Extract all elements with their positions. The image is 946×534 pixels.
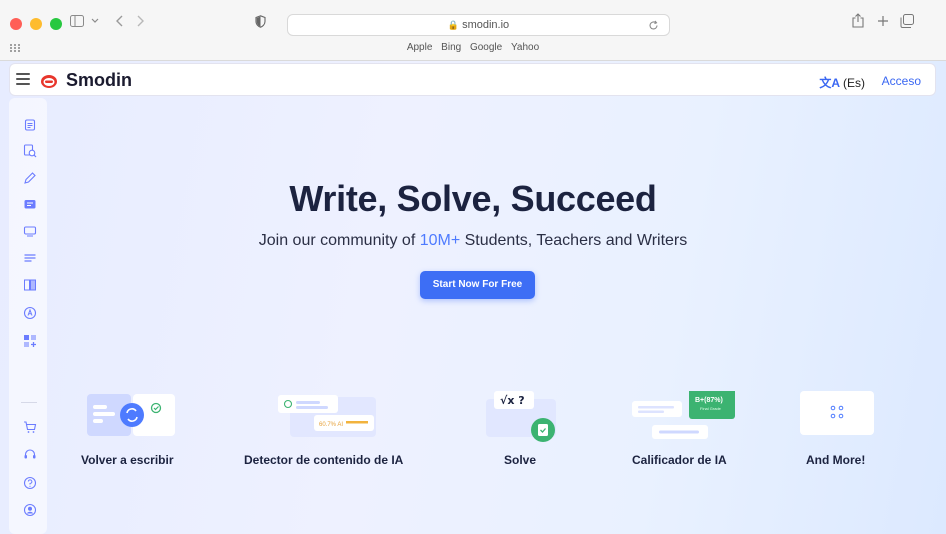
tab-overview-icon[interactable] <box>900 14 914 28</box>
feature-label-ai-grader: Calificador de IA <box>632 453 727 467</box>
bookmark-bing[interactable]: Bing <box>441 42 461 53</box>
hero-subtitle: Join our community of 10M+ Students, Tea… <box>258 232 688 249</box>
menu-icon[interactable] <box>16 73 30 85</box>
address-bar[interactable]: 🔒 smodin.io <box>287 14 670 36</box>
start-free-button[interactable]: Start Now For Free <box>420 271 535 299</box>
more-illustration <box>800 391 874 435</box>
site-header: Smodin 文A (Es) Acceso <box>9 63 936 96</box>
translate-icon: 文A <box>819 76 840 90</box>
bookmark-google[interactable]: Google <box>470 42 502 53</box>
new-tab-icon[interactable] <box>877 15 889 27</box>
feature-label-ai-detector: Detector de contenido de IA <box>244 453 404 467</box>
smodin-logo-icon <box>41 74 57 88</box>
feature-label-more: And More! <box>806 453 866 467</box>
language-selector[interactable]: 文A (Es) <box>819 74 865 91</box>
rewriter-icon[interactable] <box>23 118 37 132</box>
login-link[interactable]: Acceso <box>882 74 921 88</box>
user-count-highlight: 10M+ <box>419 232 461 249</box>
plagiarism-icon[interactable] <box>23 144 37 158</box>
help-icon[interactable] <box>23 476 37 490</box>
solve-illustration: √x ? <box>486 391 556 442</box>
cart-icon[interactable] <box>23 420 37 434</box>
back-icon[interactable] <box>116 15 124 27</box>
grader-illustration: B+(87%) Final Grade <box>632 391 735 439</box>
forward-icon[interactable] <box>136 15 144 27</box>
ai-score-badge: 60.7% AI <box>319 422 343 428</box>
ai-detector-icon[interactable] <box>23 306 37 320</box>
browser-toolbar: 🔒 smodin.io Apple Bing Google Yahoo <box>0 0 946 61</box>
more-apps-icon[interactable] <box>23 334 37 348</box>
hero-title: Write, Solve, Succeed <box>289 178 657 219</box>
chevron-down-icon[interactable] <box>91 18 99 24</box>
privacy-shield-icon[interactable] <box>255 15 266 28</box>
math-symbol: √x ? <box>500 394 525 407</box>
share-icon[interactable] <box>852 13 864 28</box>
summarizer-icon[interactable] <box>23 251 37 265</box>
brand-logo[interactable]: Smodin <box>40 70 132 91</box>
tools-sidebar <box>9 98 47 534</box>
url-text: smodin.io <box>462 19 510 31</box>
bookmark-apple[interactable]: Apple <box>407 42 433 53</box>
sidebar-toggle-icon[interactable] <box>70 15 84 27</box>
grade-caption: Final Grade <box>700 406 722 411</box>
feature-label-solve: Solve <box>504 453 537 467</box>
rewriter-illustration <box>87 394 175 436</box>
sidebar-divider <box>21 402 37 403</box>
language-label: (Es) <box>843 76 865 90</box>
feature-label-rewriter: Volver a escribir <box>81 453 174 467</box>
minimize-window-button[interactable] <box>30 18 42 30</box>
grade-value: B+(87%) <box>695 397 723 404</box>
page-content: Smodin 文A (Es) Acceso Write, Solve, Succ… <box>0 61 946 534</box>
account-icon[interactable] <box>23 503 37 517</box>
research-icon[interactable] <box>23 278 37 292</box>
zoom-window-button[interactable] <box>50 18 62 30</box>
brand-name: Smodin <box>66 70 132 90</box>
reload-icon[interactable] <box>648 20 659 31</box>
ai-detector-illustration: 60.7% AI <box>278 395 376 437</box>
close-window-button[interactable] <box>10 18 22 30</box>
window-controls <box>10 18 62 30</box>
support-icon[interactable] <box>23 448 37 462</box>
bookmarks-bar: Apple Bing Google Yahoo <box>0 42 946 53</box>
lock-icon: 🔒 <box>447 20 460 30</box>
bookmark-yahoo[interactable]: Yahoo <box>511 42 539 53</box>
